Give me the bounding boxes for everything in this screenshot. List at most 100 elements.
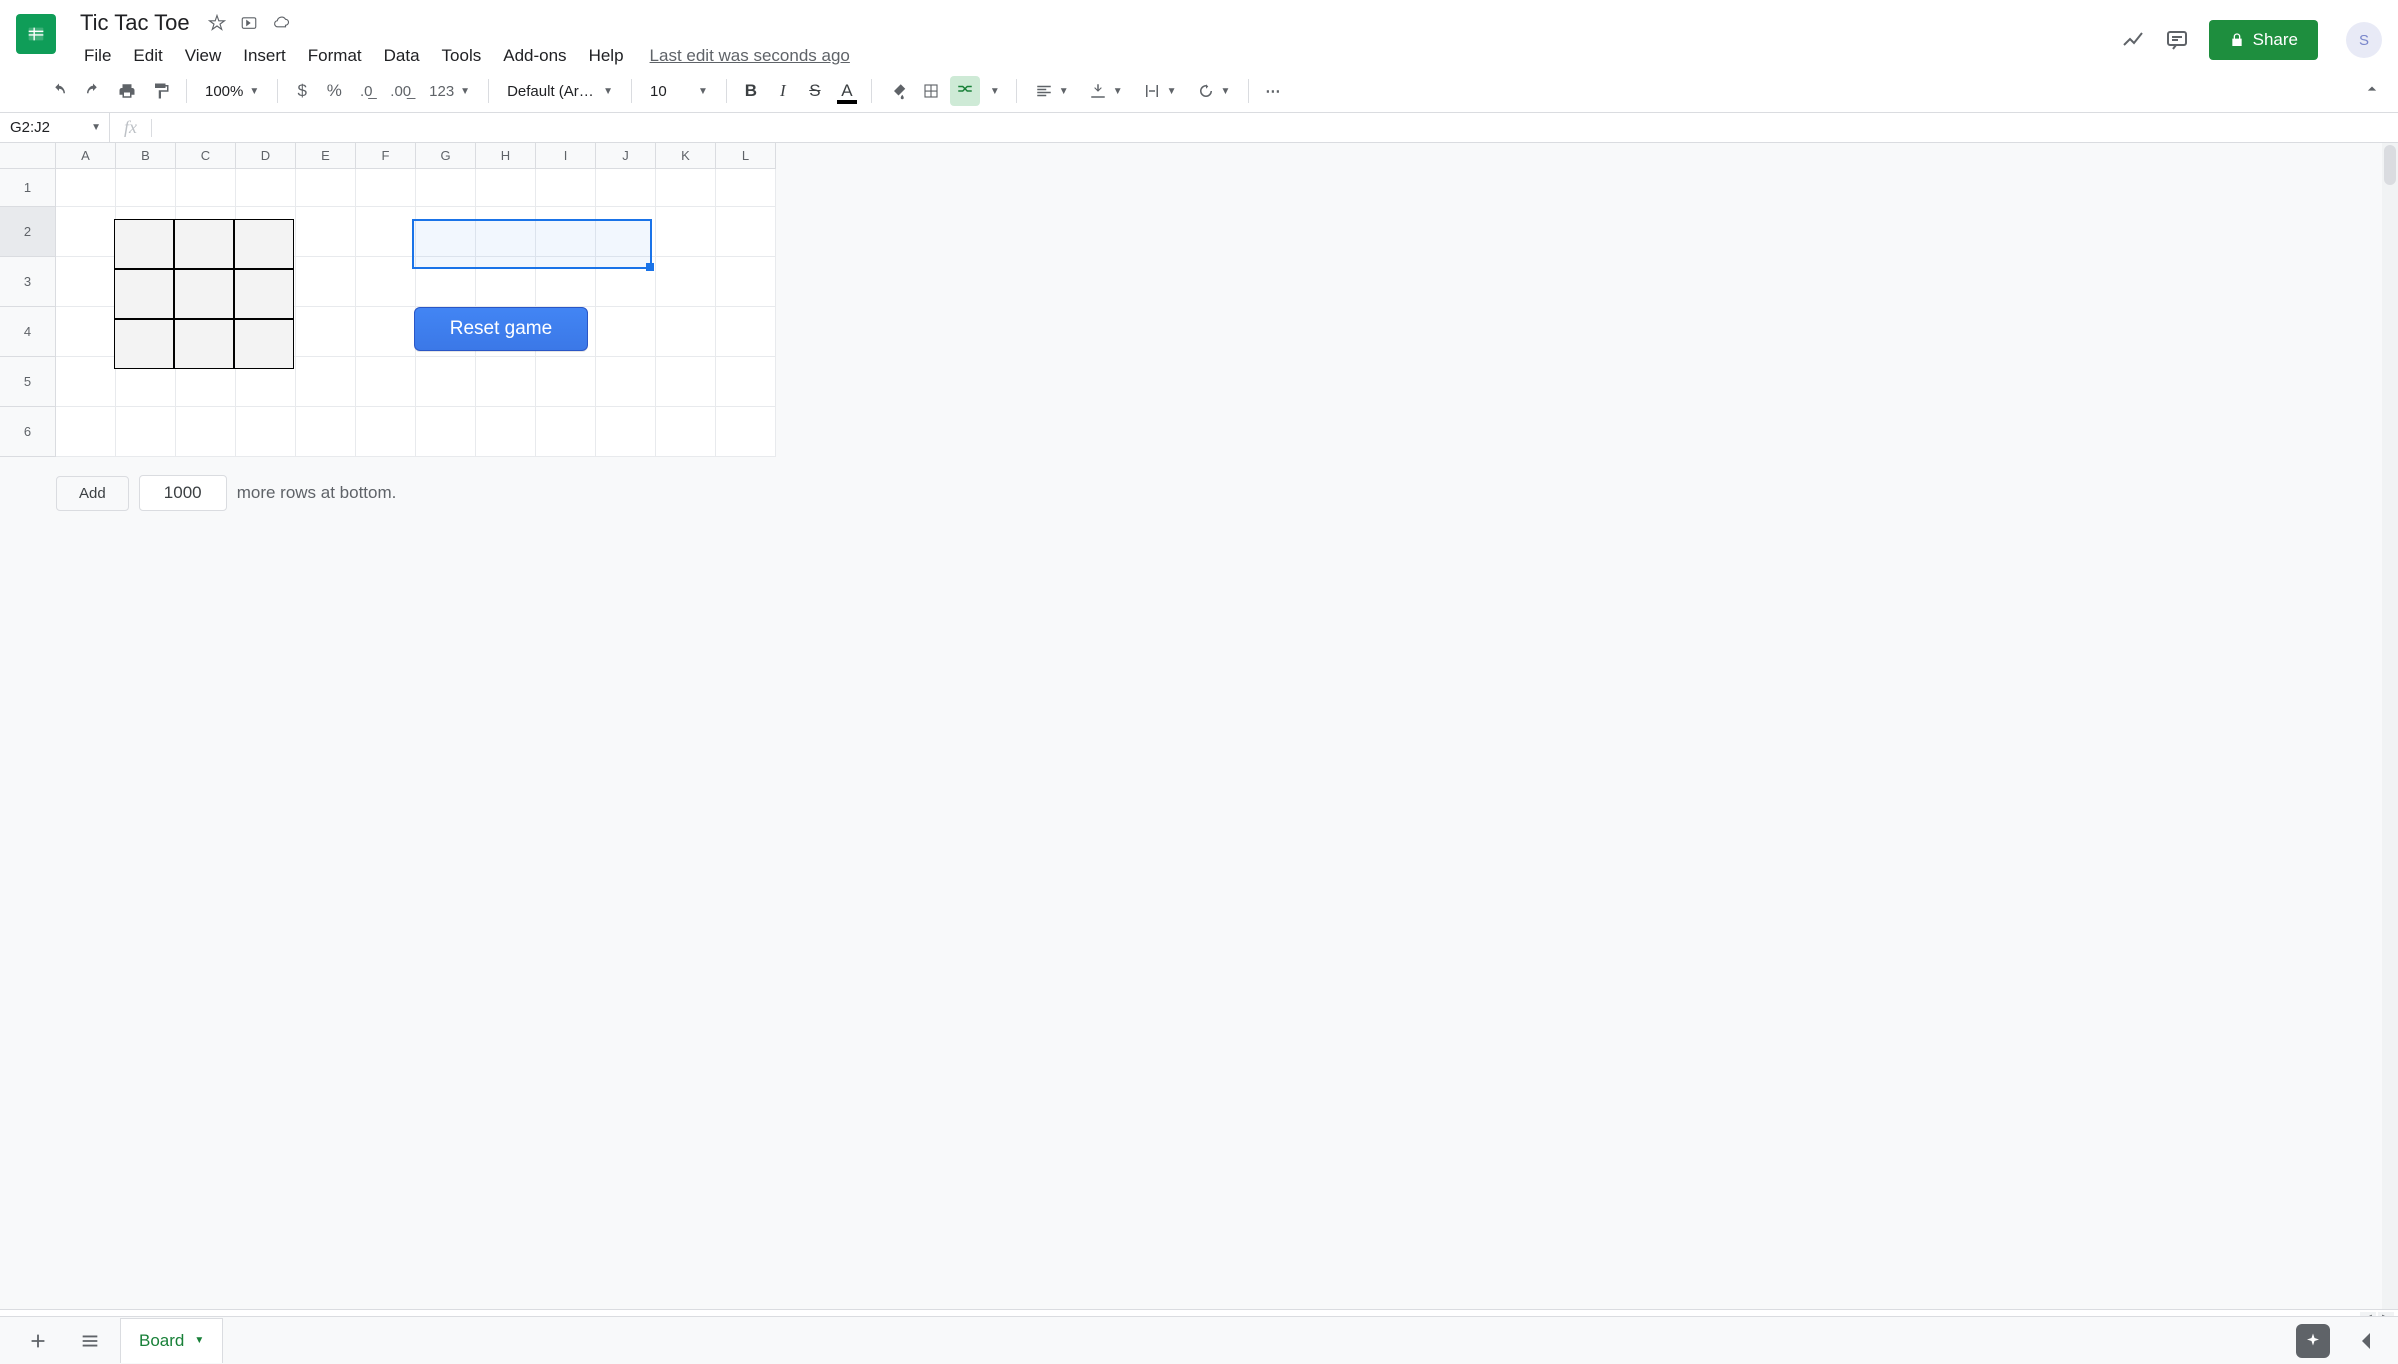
ttt-cell-2[interactable] [174,219,234,269]
ttt-cell-8[interactable] [174,319,234,369]
reset-game-button[interactable]: Reset game [414,307,588,351]
collapse-toolbar-button[interactable] [2362,79,2382,103]
font-dropdown[interactable]: Default (Ari… ▼ [499,79,621,104]
number-format-dropdown[interactable]: 123▼ [421,79,478,104]
col-header-i[interactable]: I [536,143,596,169]
borders-button[interactable] [916,76,946,106]
vscroll-thumb[interactable] [2384,145,2396,185]
menu-tools[interactable]: Tools [432,42,492,70]
row-header-3[interactable]: 3 [0,257,56,307]
cell-selection [412,219,652,269]
menu-addons[interactable]: Add-ons [493,42,576,70]
star-icon[interactable] [208,14,226,32]
selection-fill-handle[interactable] [646,263,654,271]
fill-color-button[interactable] [882,76,912,106]
col-header-j[interactable]: J [596,143,656,169]
move-icon[interactable] [240,14,258,32]
col-header-h[interactable]: H [476,143,536,169]
comments-icon[interactable] [2165,28,2189,52]
align-dropdown[interactable]: ▼ [1027,78,1077,104]
share-button[interactable]: Share [2209,20,2318,60]
ttt-cell-7[interactable] [114,319,174,369]
add-sheet-button[interactable] [16,1319,60,1363]
col-header-k[interactable]: K [656,143,716,169]
add-rows-button[interactable]: Add [56,476,129,511]
ttt-cell-3[interactable] [234,219,294,269]
menu-edit[interactable]: Edit [123,42,172,70]
undo-icon [50,82,68,100]
name-box[interactable]: G2:J2 ▼ [0,113,110,142]
add-rows-suffix: more rows at bottom. [237,483,397,503]
caret-icon: ▼ [1221,86,1231,97]
menu-help[interactable]: Help [579,42,634,70]
valign-dropdown[interactable]: ▼ [1081,78,1131,104]
ttt-cell-6[interactable] [234,269,294,319]
caret-icon: ▼ [603,86,613,97]
vertical-scrollbar[interactable] [2382,143,2398,1327]
col-header-a[interactable]: A [56,143,116,169]
currency-button[interactable]: $ [288,76,316,106]
ttt-cell-5[interactable] [174,269,234,319]
activity-icon[interactable] [2121,28,2145,52]
undo-button[interactable] [44,76,74,106]
col-header-c[interactable]: C [176,143,236,169]
col-header-f[interactable]: F [356,143,416,169]
print-button[interactable] [112,76,142,106]
strikethrough-button[interactable]: S [801,76,829,106]
menu-file[interactable]: File [74,42,121,70]
rotate-dropdown[interactable]: ▼ [1189,78,1239,104]
wrap-dropdown[interactable]: ▼ [1135,78,1185,104]
font-name: Default (Ari… [507,83,597,100]
percent-button[interactable]: % [320,76,348,106]
decrease-decimal-button[interactable]: .0̲ [352,76,380,106]
paint-format-button[interactable] [146,76,176,106]
col-header-b[interactable]: B [116,143,176,169]
merge-cells-button[interactable] [950,76,980,106]
redo-button[interactable] [78,76,108,106]
select-all-corner[interactable] [0,143,56,169]
row-header-4[interactable]: 4 [0,307,56,357]
col-header-d[interactable]: D [236,143,296,169]
strike-icon: S [809,81,820,101]
more-toolbar-button[interactable]: ⋯ [1259,76,1288,106]
cloud-icon[interactable] [272,14,290,32]
sheet-tab-board[interactable]: Board ▼ [120,1318,223,1363]
header-main: Tic Tac Toe File Edit View Insert Format… [68,8,2109,70]
explore-button[interactable] [2296,1324,2330,1358]
col-header-g[interactable]: G [416,143,476,169]
ttt-cell-9[interactable] [234,319,294,369]
user-avatar[interactable]: S [2346,22,2382,58]
row-header-1[interactable]: 1 [0,169,56,207]
sheets-logo[interactable] [16,14,56,54]
print-icon [118,82,136,100]
row-header-5[interactable]: 5 [0,357,56,407]
menu-format[interactable]: Format [298,42,372,70]
col-header-e[interactable]: E [296,143,356,169]
all-sheets-button[interactable] [68,1319,112,1363]
borders-icon [922,82,940,100]
col-header-l[interactable]: L [716,143,776,169]
add-rows-input[interactable] [139,475,227,511]
side-panel-toggle[interactable] [2350,1325,2382,1357]
menu-data[interactable]: Data [374,42,430,70]
increase-decimal-button[interactable]: .00̲ [384,76,417,106]
row-header-6[interactable]: 6 [0,407,56,457]
caret-icon: ▼ [1113,86,1123,97]
merge-icon [956,82,974,100]
caret-icon: ▼ [1059,86,1069,97]
merge-dropdown[interactable]: ▼ [984,76,1006,106]
last-edit-link[interactable]: Last edit was seconds ago [650,46,850,66]
font-size-dropdown[interactable]: 10▼ [642,79,716,104]
italic-button[interactable]: I [769,76,797,106]
ttt-cell-4[interactable] [114,269,174,319]
ttt-cell-1[interactable] [114,219,174,269]
doc-title[interactable]: Tic Tac Toe [76,8,194,38]
formula-input[interactable] [152,113,2398,142]
row-header-2[interactable]: 2 [0,207,56,257]
menu-view[interactable]: View [175,42,232,70]
menu-insert[interactable]: Insert [233,42,296,70]
text-color-button[interactable]: A [833,76,861,106]
bold-button[interactable]: B [737,76,765,106]
zoom-dropdown[interactable]: 100%▼ [197,79,267,104]
tic-tac-toe-board [114,219,294,369]
